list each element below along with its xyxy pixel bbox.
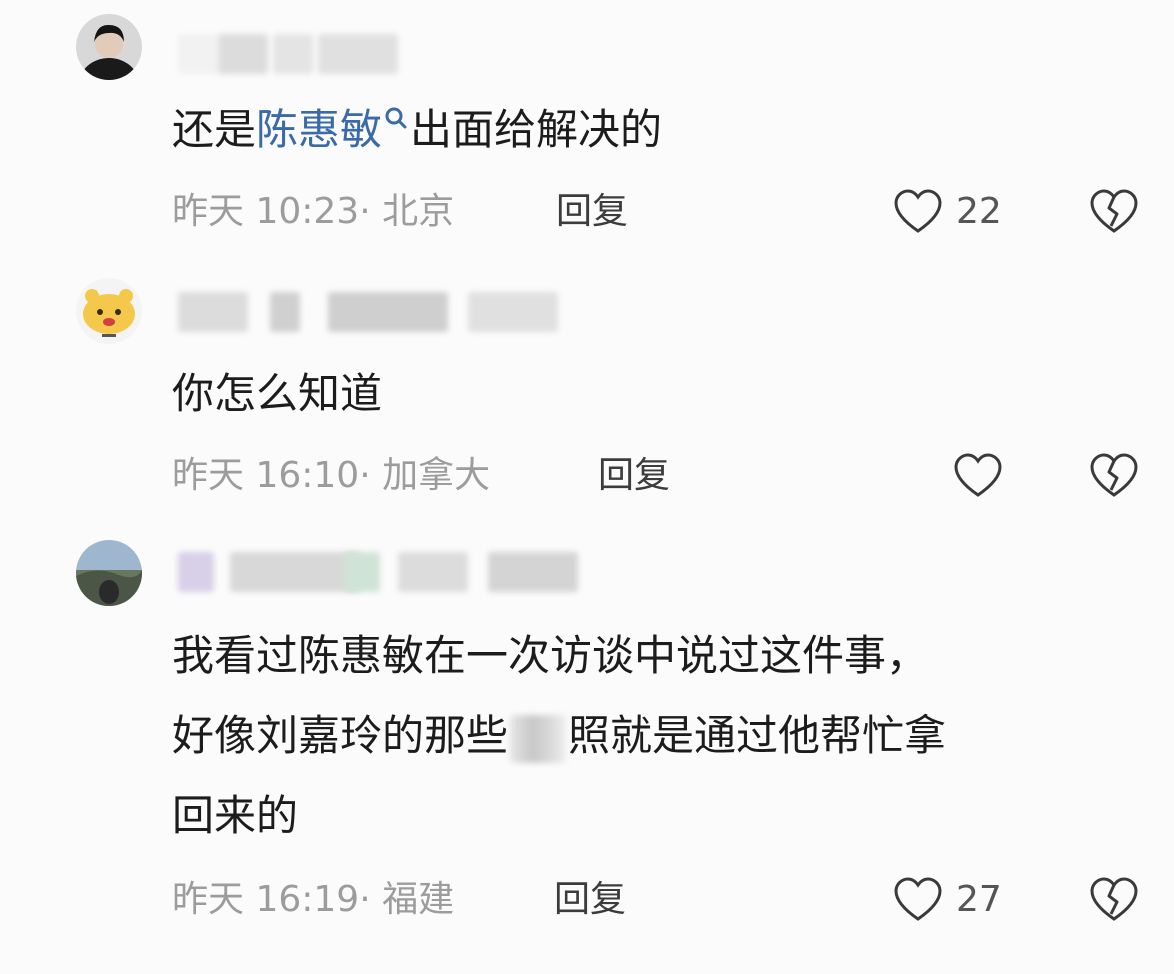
reply-button[interactable]: 回复 (556, 188, 628, 236)
avatar[interactable] (76, 540, 142, 606)
separator: · (359, 879, 371, 920)
avatar[interactable] (76, 278, 142, 344)
search-link[interactable]: 陈惠敏 (256, 105, 410, 154)
broken-heart-icon (1090, 453, 1138, 497)
broken-heart-icon (1090, 189, 1138, 233)
comment-text: 还是陈惠敏 出面给解决的 (172, 88, 662, 172)
comment-line: 回来的 (172, 791, 299, 840)
comment-text-part: 好像刘嘉玲的那些 (172, 711, 509, 760)
comment-text-part: 照就是通过他帮忙拿 (568, 711, 947, 760)
username-blurred[interactable] (178, 34, 398, 74)
dislike-button[interactable] (1088, 186, 1140, 238)
reply-button[interactable]: 回复 (598, 452, 670, 500)
comment-text: 你怎么知道 (172, 369, 383, 418)
comment-line: 我看过陈惠敏在一次访谈中说过这件事， (172, 631, 929, 680)
dislike-button[interactable] (1088, 450, 1140, 502)
dislike-button[interactable] (1088, 874, 1140, 926)
timestamp: 昨天 16:19 (172, 879, 360, 920)
comment-meta: 昨天 10:23· 北京 (172, 188, 454, 236)
comment-text-part: 还是 (172, 105, 257, 154)
like-button[interactable]: 22 (892, 186, 1032, 238)
timestamp: 昨天 16:10 (172, 455, 360, 496)
like-button[interactable] (952, 450, 1012, 502)
comment-meta: 昨天 16:10· 加拿大 (172, 452, 490, 500)
search-icon[interactable] (382, 88, 410, 129)
username-blurred[interactable] (178, 292, 558, 332)
like-count: 22 (956, 191, 1002, 232)
separator: · (359, 455, 371, 496)
censored-blur (510, 714, 567, 763)
search-link-label[interactable]: 陈惠敏 (256, 105, 382, 154)
location: 北京 (382, 191, 455, 232)
comment-text: 我看过陈惠敏在一次访谈中说过这件事， 好像刘嘉玲的那些 照就是通过他帮忙拿 回来的 (172, 616, 946, 856)
timestamp: 昨天 10:23 (172, 191, 360, 232)
location: 加拿大 (382, 455, 491, 496)
like-button[interactable]: 27 (892, 874, 1032, 926)
avatar[interactable] (76, 14, 142, 80)
comment-item: 还是陈惠敏 出面给解决的 昨天 10:23· 北京 回复 22 (0, 0, 1174, 250)
location: 福建 (382, 879, 455, 920)
broken-heart-icon (1090, 877, 1138, 921)
comment-item: 你怎么知道 昨天 16:10· 加拿大 回复 (0, 270, 1174, 510)
comment-text-part: 出面给解决的 (410, 105, 663, 154)
reply-button[interactable]: 回复 (554, 876, 626, 924)
comment-item: 我看过陈惠敏在一次访谈中说过这件事， 好像刘嘉玲的那些 照就是通过他帮忙拿 回来的… (0, 530, 1174, 950)
comment-line: 好像刘嘉玲的那些 照就是通过他帮忙拿 (172, 696, 946, 776)
username-blurred[interactable] (178, 552, 578, 592)
like-count: 27 (956, 879, 1002, 920)
heart-outline-icon (894, 877, 942, 921)
heart-outline-icon (894, 189, 942, 233)
heart-outline-icon (954, 453, 1002, 497)
separator: · (359, 191, 371, 232)
comment-meta: 昨天 16:19· 福建 (172, 876, 454, 924)
